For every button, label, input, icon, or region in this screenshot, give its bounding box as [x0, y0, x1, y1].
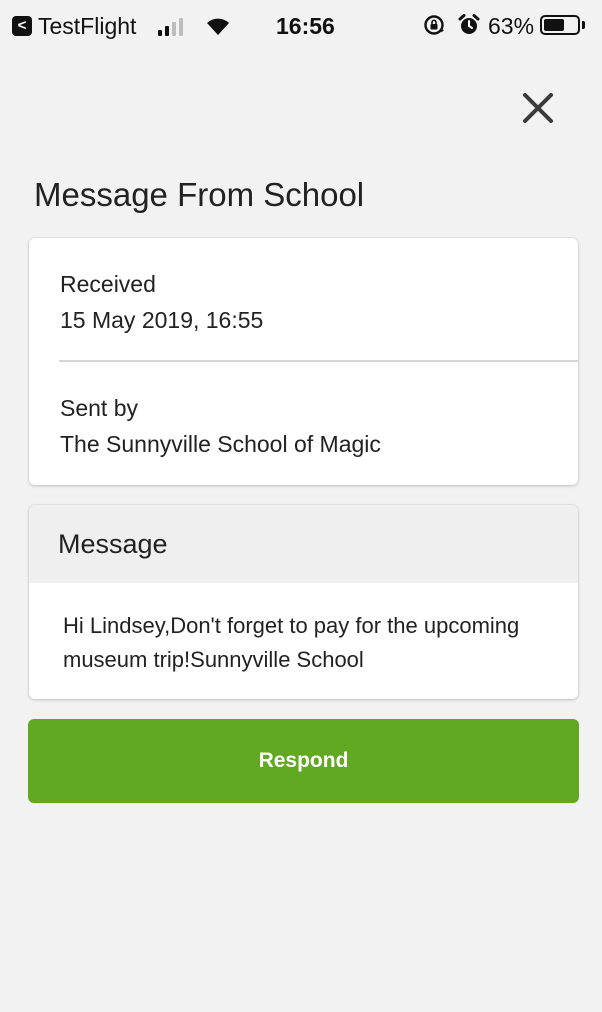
- received-label: Received: [60, 271, 156, 297]
- sent-by-section: Sent by The Sunnyville School of Magic: [60, 390, 381, 462]
- wifi-icon: [207, 18, 229, 35]
- message-header: Message: [29, 505, 578, 583]
- message-body: Hi Lindsey,Don't forget to pay for the u…: [63, 613, 520, 672]
- divider: [59, 360, 578, 362]
- close-button[interactable]: [516, 86, 560, 130]
- signal-bars-icon: [158, 16, 183, 36]
- sent-by-label: Sent by: [60, 395, 138, 421]
- status-time: 16:56: [276, 13, 335, 39]
- battery-fill: [544, 19, 565, 31]
- respond-button[interactable]: Respond: [28, 719, 579, 803]
- orientation-lock-icon: [424, 15, 444, 35]
- back-to-app-icon[interactable]: <: [12, 16, 32, 36]
- received-section: Received 15 May 2019, 16:55: [60, 266, 263, 338]
- alarm-clock-icon: [458, 14, 480, 34]
- battery-percent: 63%: [488, 13, 535, 39]
- status-bar: < TestFlight 16:56 63%: [0, 0, 602, 56]
- battery-nub: [582, 21, 585, 29]
- details-card: Received 15 May 2019, 16:55 Sent by The …: [29, 238, 578, 485]
- message-card: Message Hi Lindsey,Don't forget to pay f…: [29, 505, 578, 699]
- carrier-name: TestFlight: [38, 13, 137, 39]
- battery-icon: [540, 15, 580, 35]
- page-title: Message From School: [34, 176, 365, 213]
- close-icon: [523, 93, 553, 123]
- received-value: 15 May 2019, 16:55: [60, 307, 264, 333]
- sent-by-value: The Sunnyville School of Magic: [60, 431, 381, 457]
- message-heading: Message: [58, 529, 168, 559]
